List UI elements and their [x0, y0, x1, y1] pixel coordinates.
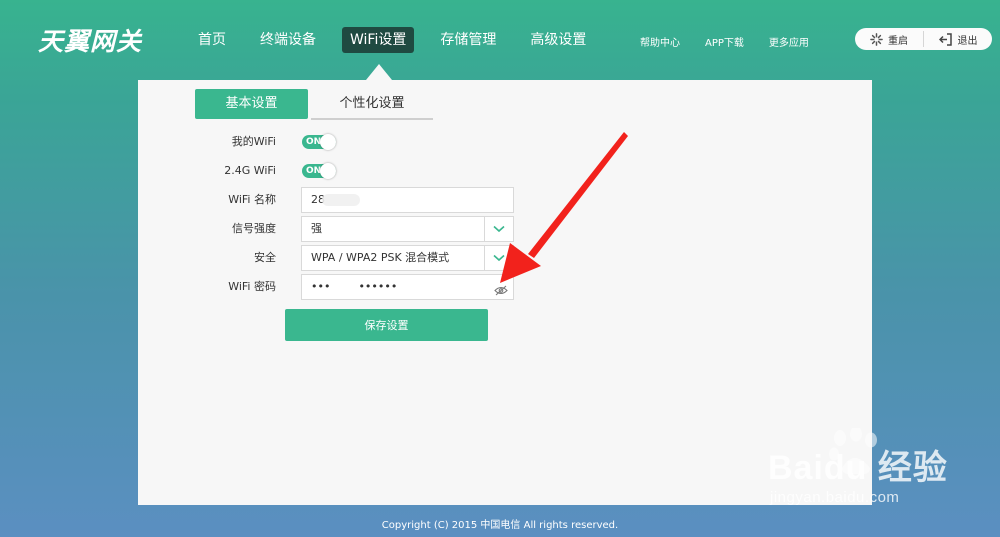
restart-button[interactable]: 重启 [855, 32, 923, 47]
my-wifi-label: 我的WiFi [231, 135, 276, 148]
baidu-watermark: Baidu 经验 jingyan.baidu.com [768, 440, 948, 506]
row-wifi-name: WiFi 名称 28 [138, 187, 872, 213]
wifi-24g-label: 2.4G WiFi [224, 164, 276, 177]
wifi-name-label: WiFi 名称 [228, 193, 276, 206]
tab-basic-settings[interactable]: 基本设置 [195, 89, 308, 119]
nav-active-pointer [366, 64, 392, 80]
wifi-24g-toggle[interactable]: ON [302, 163, 336, 179]
settings-tabs: 基本设置 个性化设置 [195, 89, 433, 120]
my-wifi-toggle[interactable]: ON [302, 134, 336, 150]
signal-label: 信号强度 [232, 222, 276, 235]
signal-value: 强 [311, 222, 322, 235]
security-label: 安全 [254, 251, 276, 264]
watermark-sub: jingyan.baidu.com [770, 489, 900, 506]
toggle-knob [320, 163, 336, 179]
tab-personalization[interactable]: 个性化设置 [311, 89, 433, 120]
brand-logo: 天翼网关 [38, 27, 143, 56]
password-input[interactable]: ••• •••••• [301, 274, 514, 300]
nav-advanced[interactable]: 高级设置 [522, 27, 594, 53]
password-value: ••• •••••• [311, 280, 398, 293]
main-nav: 首页 终端设备 WiFi设置 存储管理 高级设置 [190, 27, 612, 53]
nav-wifi-settings[interactable]: WiFi设置 [342, 27, 415, 53]
security-value: WPA / WPA2 PSK 混合模式 [311, 251, 450, 264]
wifi-24g-toggle-text: ON [306, 166, 322, 176]
help-center-link[interactable]: 帮助中心 [640, 34, 680, 49]
row-security: 安全 WPA / WPA2 PSK 混合模式 [138, 245, 872, 271]
logout-icon [938, 32, 952, 46]
security-select[interactable]: WPA / WPA2 PSK 混合模式 [301, 245, 514, 271]
app-download-link[interactable]: APP下载 [705, 34, 744, 49]
row-my-wifi: 我的WiFi ON [138, 129, 872, 155]
top-links: 帮助中心 APP下载 更多应用 [640, 34, 834, 49]
footer-copyright: Copyright (C) 2015 中国电信 All rights reser… [381, 520, 619, 531]
settings-panel: 基本设置 个性化设置 我的WiFi ON 2.4G WiFi ON WiFi 名… [138, 80, 872, 505]
nav-home[interactable]: 首页 [190, 27, 234, 53]
logout-label: 退出 [957, 35, 978, 47]
more-apps-link[interactable]: 更多应用 [769, 34, 809, 49]
wifi-name-input[interactable]: 28 [301, 187, 514, 213]
row-24g-wifi: 2.4G WiFi ON [138, 158, 872, 184]
logout-button[interactable]: 退出 [923, 31, 992, 47]
toggle-knob [320, 134, 336, 150]
redaction-blur [322, 194, 360, 206]
chevron-down-icon [493, 254, 505, 262]
action-pill: 重启 退出 [855, 28, 992, 50]
eye-hidden-icon[interactable] [494, 281, 508, 305]
my-wifi-toggle-text: ON [306, 137, 322, 147]
save-settings-button[interactable]: 保存设置 [285, 309, 488, 341]
nav-storage[interactable]: 存储管理 [432, 27, 504, 53]
password-label: WiFi 密码 [228, 280, 276, 293]
watermark-main: Baidu 经验 [768, 449, 948, 487]
chevron-down-icon [493, 225, 505, 233]
restart-label: 重启 [888, 35, 908, 47]
signal-dropdown-button[interactable] [484, 217, 513, 241]
row-password: WiFi 密码 ••• •••••• [138, 274, 872, 300]
security-dropdown-button[interactable] [484, 246, 513, 270]
signal-select[interactable]: 强 [301, 216, 514, 242]
row-signal: 信号强度 强 [138, 216, 872, 242]
nav-devices[interactable]: 终端设备 [252, 27, 324, 53]
spinner-icon [870, 32, 883, 46]
